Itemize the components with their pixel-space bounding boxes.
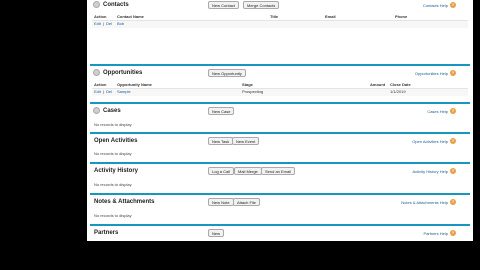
new-contact-button[interactable]: New Contact	[208, 1, 239, 9]
right-black-bar	[473, 0, 480, 270]
partners-section: Partners New Partners Help ?	[90, 224, 470, 241]
opportunities-col-name: Opportunity Name	[117, 82, 152, 87]
partners-help-icon[interactable]: ?	[450, 230, 456, 236]
merge-contacts-button[interactable]: Merge Contacts	[243, 1, 280, 9]
open-activities-section: Open Activities New Task New Event Open …	[90, 132, 470, 162]
contacts-col-email: Email	[325, 14, 336, 19]
new-task-button[interactable]: New Task	[208, 137, 234, 145]
opportunities-col-close-date: Close Date	[390, 82, 411, 87]
opportunities-icon	[93, 69, 100, 76]
partners-title: Partners	[94, 230, 119, 236]
activity-history-empty-message: No records to display	[94, 182, 132, 187]
contacts-col-title: Title	[270, 14, 279, 19]
action-separator: |	[103, 21, 105, 26]
cases-title: Cases	[103, 108, 121, 114]
action-separator: |	[103, 89, 105, 94]
partners-header: Partners New Partners Help ?	[90, 226, 470, 241]
cases-header: Cases New Case Cases Help ?	[90, 104, 470, 120]
activity-history-help-link[interactable]: Activity History Help	[412, 169, 448, 174]
activity-history-help-icon[interactable]: ?	[450, 168, 456, 174]
partners-help-link[interactable]: Partners Help	[424, 231, 448, 236]
related-lists-page: Contacts New Contact Merge Contacts Cont…	[87, 0, 473, 241]
cases-help-icon[interactable]: ?	[450, 108, 456, 114]
new-case-button[interactable]: New Case	[208, 107, 235, 115]
opportunities-edit-link[interactable]: Edit	[94, 89, 101, 94]
contacts-help-icon[interactable]: ?	[450, 2, 456, 8]
cases-help-link[interactable]: Cases Help	[427, 109, 448, 114]
bottom-black-bar	[0, 241, 480, 270]
notes-attachments-section: Notes & Attachments New Note Attach File…	[90, 193, 470, 224]
notes-attachments-help-icon[interactable]: ?	[450, 199, 456, 205]
cases-section: Cases New Case Cases Help ? No records t…	[90, 102, 470, 132]
open-activities-header: Open Activities New Task New Event Open …	[90, 134, 470, 150]
opportunity-stage: Prospecting	[242, 89, 264, 94]
open-activities-help-icon[interactable]: ?	[450, 138, 456, 144]
contacts-col-name: Contact Name	[117, 14, 144, 19]
activity-history-section: Activity History Log a Call Mail Merge S…	[90, 162, 470, 192]
opportunities-table-row	[92, 88, 468, 96]
contacts-section: Contacts New Contact Merge Contacts Cont…	[90, 0, 470, 34]
opportunities-title: Opportunities	[103, 70, 143, 76]
send-an-email-button[interactable]: Send an Email	[261, 167, 296, 175]
contacts-edit-link[interactable]: Edit	[94, 21, 101, 26]
attach-file-button[interactable]: Attach File	[233, 198, 260, 206]
cases-icon	[93, 107, 100, 114]
opportunity-close-date: 1/1/2019	[390, 89, 406, 94]
opportunities-help-link[interactable]: Opportunities Help	[415, 71, 448, 76]
contacts-icon	[93, 1, 100, 8]
contact-name-link[interactable]: Bob	[117, 21, 124, 26]
log-a-call-button[interactable]: Log a Call	[208, 167, 235, 175]
new-event-button[interactable]: New Event	[232, 137, 260, 145]
notes-attachments-title: Notes & Attachments	[94, 199, 155, 205]
open-activities-title: Open Activities	[94, 138, 138, 144]
contacts-title: Contacts	[103, 2, 129, 8]
left-black-bar	[0, 0, 87, 270]
contacts-header: Contacts New Contact Merge Contacts Cont…	[90, 0, 470, 14]
contacts-table-row	[92, 20, 468, 28]
opportunities-col-stage: Stage	[242, 82, 253, 87]
notes-attachments-header: Notes & Attachments New Note Attach File…	[90, 195, 470, 211]
activity-history-title: Activity History	[94, 168, 139, 174]
mail-merge-button[interactable]: Mail Merge	[234, 167, 262, 175]
notes-attachments-help-link[interactable]: Notes & Attachments Help	[401, 200, 448, 205]
contacts-col-phone: Phone	[395, 14, 408, 19]
notes-attachments-empty-message: No records to display	[94, 213, 132, 218]
contacts-help-link[interactable]: Contacts Help	[423, 3, 448, 8]
contacts-col-action: Action	[94, 14, 107, 19]
opportunities-del-link[interactable]: Del	[106, 89, 112, 94]
open-activities-empty-message: No records to display	[94, 151, 132, 156]
opportunities-header: Opportunities New Opportunity Opportunit…	[90, 66, 470, 82]
opportunities-section: Opportunities New Opportunity Opportunit…	[90, 64, 470, 102]
cases-empty-message: No records to display	[94, 122, 132, 127]
opportunities-help-icon[interactable]: ?	[450, 70, 456, 76]
opportunities-col-amount: Amount	[370, 82, 386, 87]
new-opportunity-button[interactable]: New Opportunity	[208, 69, 246, 77]
opportunity-name-link[interactable]: Sample	[117, 89, 131, 94]
open-activities-help-link[interactable]: Open Activities Help	[412, 139, 448, 144]
opportunities-col-action: Action	[94, 82, 107, 87]
new-partner-button[interactable]: New	[208, 229, 225, 237]
activity-history-header: Activity History Log a Call Mail Merge S…	[90, 164, 470, 180]
new-note-button[interactable]: New Note	[208, 198, 234, 206]
contacts-del-link[interactable]: Del	[106, 21, 112, 26]
